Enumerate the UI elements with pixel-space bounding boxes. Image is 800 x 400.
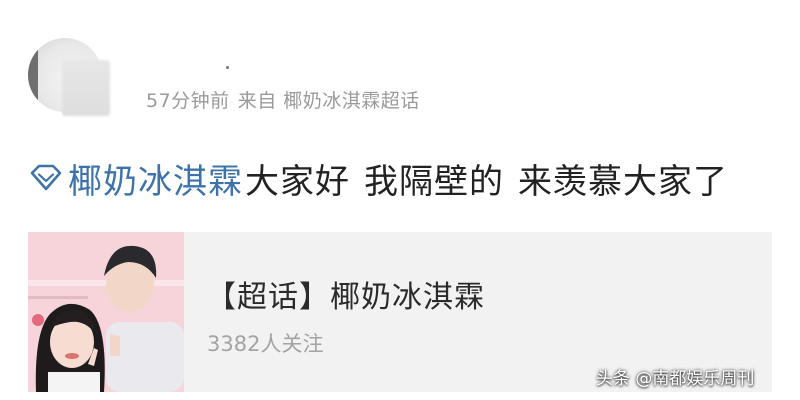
post-time: 57分钟前 xyxy=(146,90,230,112)
post-text: 椰奶冰淇霖 大家好 我隔壁的 来羡慕大家了 xyxy=(26,154,728,203)
blur-artifact xyxy=(226,66,229,69)
watermark: 头条 @南都娱乐周刊 xyxy=(596,369,755,389)
supertopic-cover-image xyxy=(28,232,184,392)
username-blurred[interactable] xyxy=(62,60,110,116)
post-source[interactable]: 来自 椰奶冰淇霖超话 xyxy=(238,90,420,112)
post-meta: 57分钟前 来自 椰奶冰淇霖超话 xyxy=(146,86,420,113)
supertopic-title[interactable]: 【超话】椰奶冰淇霖 xyxy=(206,272,485,316)
post-text-part: 我隔壁的 xyxy=(364,161,504,202)
diamond-icon[interactable] xyxy=(26,161,66,195)
follower-count: 3382人关注 xyxy=(207,332,324,356)
supertopic-link[interactable]: 椰奶冰淇霖 xyxy=(68,154,243,203)
post-text-part: 来羡慕大家了 xyxy=(518,161,728,202)
post-text-part: 大家好 xyxy=(245,161,350,202)
